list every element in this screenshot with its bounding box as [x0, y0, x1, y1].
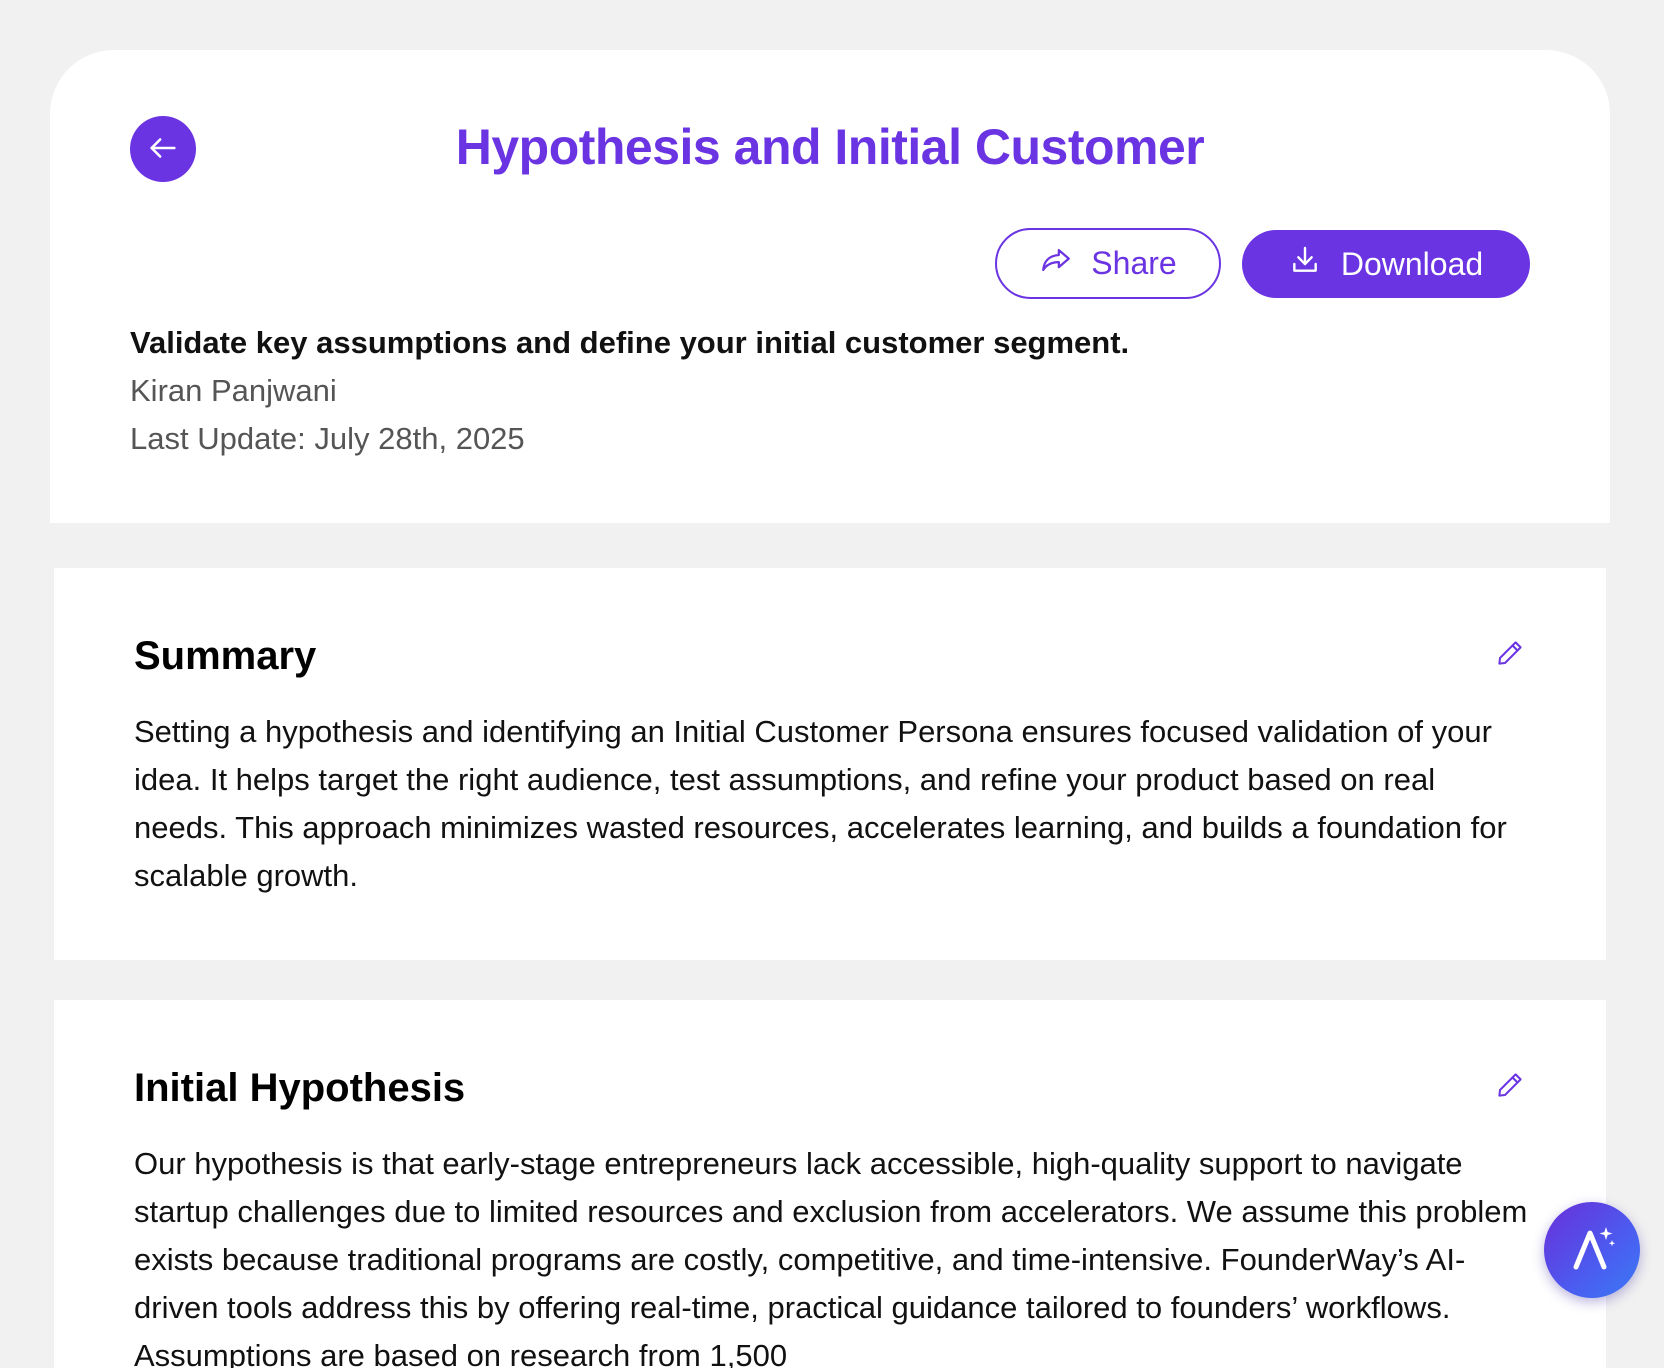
summary-body: Setting a hypothesis and identifying an …: [134, 714, 1507, 893]
download-label: Download: [1340, 245, 1484, 282]
header-card: Hypothesis and Initial Customer Share Do…: [50, 50, 1610, 523]
download-icon: [1289, 244, 1321, 284]
share-button[interactable]: Share: [995, 228, 1221, 299]
page-title: Hypothesis and Initial Customer: [455, 119, 1205, 175]
ai-assistant-button[interactable]: [1544, 1202, 1640, 1298]
summary-card: Summary Setting a hypothesis and identif…: [54, 568, 1606, 960]
pencil-icon: [1495, 638, 1525, 671]
pencil-icon: [1495, 1070, 1525, 1103]
page: Hypothesis and Initial Customer Share Do…: [0, 0, 1664, 1368]
ai-sparkle-icon: [1564, 1221, 1620, 1280]
share-label: Share: [1091, 245, 1177, 281]
download-button[interactable]: Download: [1242, 230, 1530, 298]
initial-hypothesis-title: Initial Hypothesis: [134, 1066, 466, 1110]
edit-summary-button[interactable]: [1494, 638, 1526, 670]
edit-hypothesis-button[interactable]: [1494, 1070, 1526, 1102]
share-arrow-icon: [1039, 243, 1073, 285]
author-name: Kiran Panjwani: [130, 373, 337, 408]
tagline: Validate key assumptions and define your…: [130, 325, 1130, 360]
initial-hypothesis-body: Our hypothesis is that early-stage entre…: [134, 1146, 1528, 1368]
initial-hypothesis-card: Initial Hypothesis Our hypothesis is tha…: [54, 1000, 1606, 1368]
last-update: Last Update: July 28th, 2025: [130, 421, 525, 456]
summary-title: Summary: [134, 634, 317, 678]
